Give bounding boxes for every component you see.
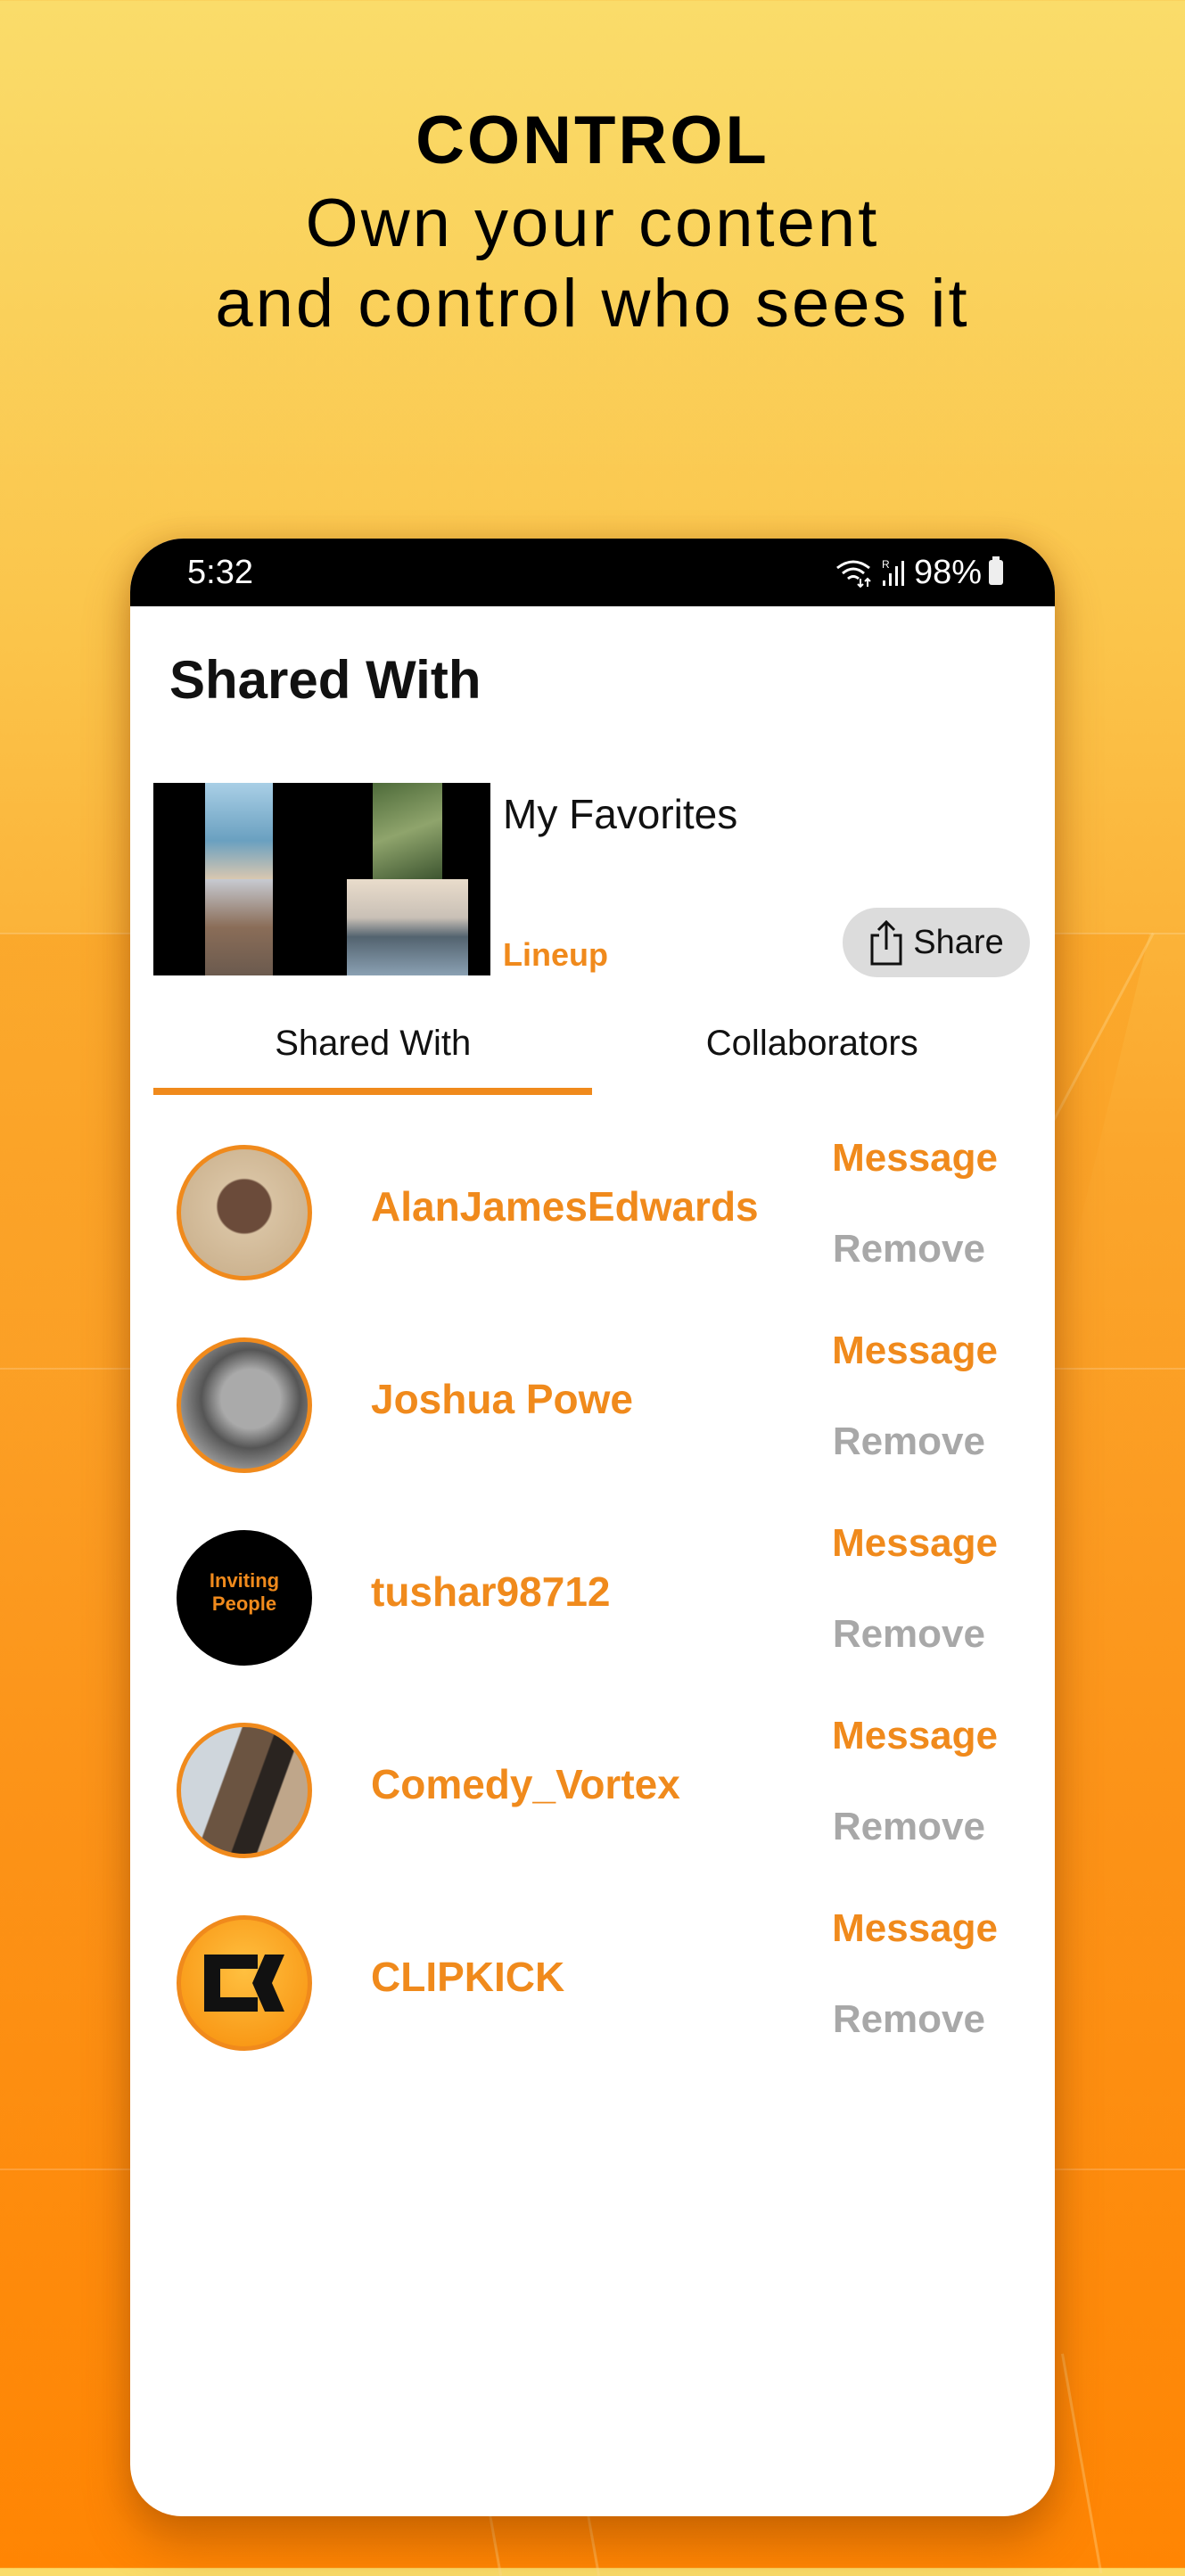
user-name[interactable]: CLIPKICK	[371, 1953, 564, 2001]
clipkick-logo-icon	[204, 1955, 284, 2012]
remove-button[interactable]: Remove	[833, 1997, 985, 2042]
signal-roaming-icon: R	[882, 558, 904, 586]
list-item: AlanJamesEdwards Message Remove	[130, 1136, 1055, 1329]
thumbnail-tile	[205, 783, 273, 879]
share-icon	[870, 919, 902, 966]
remove-button[interactable]: Remove	[833, 1805, 985, 1849]
list-item: Joshua Powe Message Remove	[130, 1329, 1055, 1521]
status-bar: 5:32 R 98%	[130, 539, 1055, 606]
active-tab-indicator	[153, 1088, 592, 1095]
tab-collaborators[interactable]: Collaborators	[593, 1015, 1033, 1095]
remove-button[interactable]: Remove	[833, 1612, 985, 1657]
phone-screen: 5:32 R 98% Shared With My Favorites Line…	[130, 539, 1055, 2516]
remove-button[interactable]: Remove	[833, 1420, 985, 1464]
user-name[interactable]: Comedy_Vortex	[371, 1760, 680, 1808]
list-item: Comedy_Vortex Message Remove	[130, 1714, 1055, 1906]
avatar-text: Inviting People	[209, 1569, 280, 1615]
collection-thumbnail[interactable]	[153, 783, 490, 975]
shared-user-list: AlanJamesEdwards Message Remove Joshua P…	[130, 1136, 1055, 2099]
avatar[interactable]	[177, 1915, 312, 2051]
share-label: Share	[913, 923, 1004, 961]
message-button[interactable]: Message	[832, 1136, 998, 1181]
collection-header: My Favorites Lineup Share	[153, 783, 1055, 979]
remove-button[interactable]: Remove	[833, 1227, 985, 1272]
thumbnail-tile	[347, 879, 468, 975]
user-name[interactable]: Joshua Powe	[371, 1375, 633, 1423]
wifi-icon	[836, 560, 871, 588]
status-icons: R 98%	[834, 554, 1003, 592]
avatar[interactable]	[177, 1145, 312, 1280]
tab-bar: Shared With Collaborators	[153, 1015, 1032, 1095]
message-button[interactable]: Message	[832, 1714, 998, 1758]
background-line	[1061, 2353, 1103, 2574]
page-title: Shared With	[169, 650, 481, 710]
user-name[interactable]: AlanJamesEdwards	[371, 1182, 759, 1230]
list-item: CLIPKICK Message Remove	[130, 1906, 1055, 2099]
status-time: 5:32	[187, 553, 253, 591]
thumbnail-tile	[205, 879, 273, 975]
battery-icon	[989, 556, 1003, 585]
svg-text:R: R	[882, 558, 890, 571]
battery-percent: 98%	[913, 553, 982, 591]
avatar[interactable]	[177, 1337, 312, 1473]
promo-heading: CONTROL	[416, 103, 769, 178]
promo-line-2: and control who sees it	[215, 266, 970, 342]
tab-shared-with[interactable]: Shared With	[153, 1015, 593, 1095]
thumbnail-tile	[373, 783, 442, 879]
message-button[interactable]: Message	[832, 1521, 998, 1566]
background-line	[489, 2514, 503, 2576]
promo-headline: CONTROL Own your content and control who…	[0, 98, 1185, 344]
message-button[interactable]: Message	[832, 1329, 998, 1373]
message-button[interactable]: Message	[832, 1906, 998, 1951]
collection-title: My Favorites	[503, 791, 738, 837]
avatar[interactable]: Inviting People	[177, 1530, 312, 1666]
list-item: Inviting People tushar98712 Message Remo…	[130, 1521, 1055, 1714]
user-name[interactable]: tushar98712	[371, 1568, 611, 1616]
background-line	[587, 2514, 601, 2576]
promo-line-1: Own your content	[305, 185, 880, 261]
avatar[interactable]	[177, 1723, 312, 1858]
share-button[interactable]: Share	[843, 908, 1030, 977]
collection-type: Lineup	[503, 936, 608, 973]
